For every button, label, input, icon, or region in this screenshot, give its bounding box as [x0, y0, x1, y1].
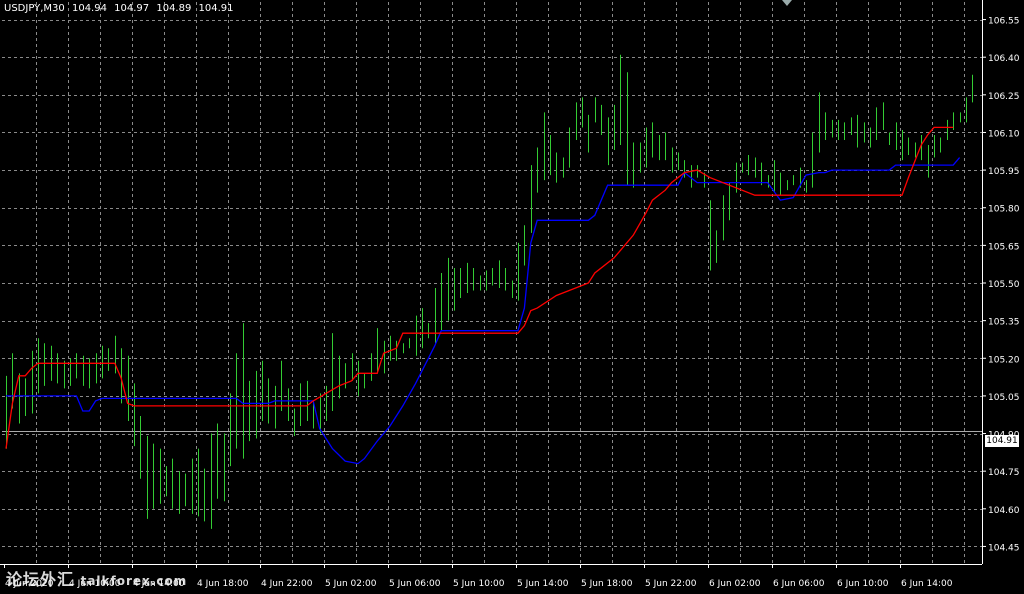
price-tick-label: 105.35 [988, 318, 1020, 328]
price-chart[interactable]: 106.55 106.40 106.25 106.10 105.95 105.80 105.… [0, 0, 1024, 594]
low-value: 104.89 [156, 3, 192, 14]
high-value: 104.97 [114, 3, 150, 14]
chart-shift-marker-icon[interactable] [782, 0, 792, 6]
price-tick-label: 106.10 [988, 129, 1020, 139]
close-value: 104.91 [198, 3, 234, 14]
time-tick-label: 5 Jun 22:00 [645, 579, 697, 589]
price-tick-label: 104.75 [988, 468, 1020, 478]
time-tick-label: 6 Jun 10:00 [837, 579, 889, 589]
time-tick-label: 4 Jun 22:00 [261, 579, 313, 589]
red-indicator-line [5, 126, 954, 449]
watermark-site: talkforex.com [80, 574, 188, 588]
price-tick-label: 105.05 [988, 393, 1020, 403]
time-tick-label: 5 Jun 02:00 [325, 579, 377, 589]
time-tick-label: 4 Jun 18:00 [197, 579, 249, 589]
price-axis: 106.55 106.40 106.25 106.10 105.95 105.80 105.… [982, 17, 1020, 553]
chart-area[interactable]: 106.55 106.40 106.25 106.10 105.95 105.80 105.… [0, 0, 1024, 594]
watermark: 论坛外汇 talkforex.com [6, 566, 187, 590]
time-tick-label: 5 Jun 10:00 [453, 579, 505, 589]
price-bars [6, 54, 973, 529]
time-tick-label: 5 Jun 14:00 [517, 579, 569, 589]
time-tick-label: 6 Jun 02:00 [709, 579, 761, 589]
watermark-text: 论坛外汇 [6, 570, 75, 589]
blue-indicator-line [6, 157, 961, 465]
price-tick-label: 106.40 [988, 54, 1020, 64]
price-tick-label: 106.55 [988, 17, 1020, 27]
price-tick-label: 104.45 [988, 543, 1020, 553]
price-tick-label: 105.65 [988, 242, 1020, 252]
symbol-label: USDJPY,M30 [4, 3, 65, 14]
price-tick-label: 106.25 [988, 92, 1020, 102]
price-tick-label: 105.80 [988, 205, 1020, 215]
current-price-label: 104.91 [985, 435, 1019, 447]
price-tick-label: 105.50 [988, 280, 1020, 290]
time-tick-label: 5 Jun 18:00 [581, 579, 633, 589]
chart-header: USDJPY,M30 104.94 104.97 104.89 104.91 [4, 3, 238, 14]
time-tick-label: 6 Jun 14:00 [901, 579, 953, 589]
price-tick-label: 104.60 [988, 506, 1020, 516]
price-tick-label: 105.20 [988, 355, 1020, 365]
time-tick-label: 6 Jun 06:00 [773, 579, 825, 589]
price-tick-label: 105.95 [988, 167, 1020, 177]
indicator-lines [5, 126, 961, 465]
open-value: 104.94 [71, 3, 107, 14]
time-tick-label: 5 Jun 06:00 [389, 579, 441, 589]
